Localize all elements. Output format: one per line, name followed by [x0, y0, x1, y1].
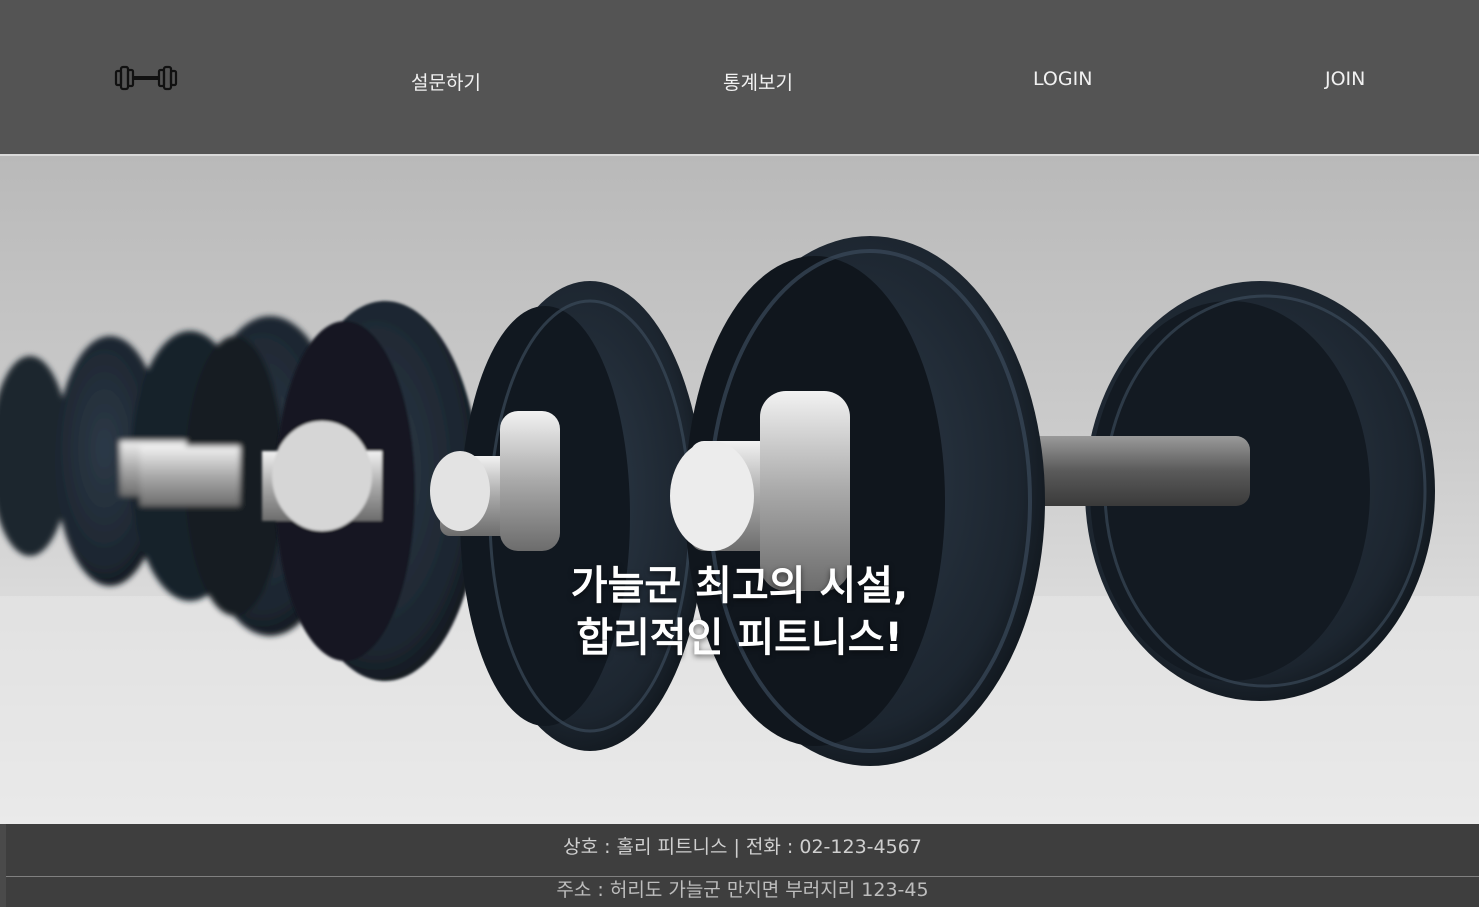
- hero-headline-line2: 합리적인 피트니스!: [576, 615, 903, 661]
- footer-address: 주소 : 허리도 가늘군 만지면 부러지리 123-45: [556, 879, 929, 901]
- site-header: 설문하기 통계보기 LOGIN JOIN: [0, 0, 1479, 156]
- hero-headline-line1: 가늘군 최고의 시설,: [570, 563, 909, 609]
- nav-survey[interactable]: 설문하기: [411, 68, 481, 95]
- nav-login[interactable]: LOGIN: [1033, 68, 1092, 90]
- dumbbell-icon[interactable]: [112, 60, 180, 94]
- nav-join[interactable]: JOIN: [1325, 68, 1365, 90]
- footer-business-info: 상호 : 홀리 피트니스 | 전화 : 02-123-4567: [6, 824, 1479, 877]
- hero-banner: 가늘군 최고의 시설, 합리적인 피트니스!: [0, 156, 1479, 824]
- site-footer: 상호 : 홀리 피트니스 | 전화 : 02-123-4567 주소 : 허리도…: [6, 824, 1479, 907]
- hero-dumbbell-image: [0, 156, 1479, 824]
- nav-statistics[interactable]: 통계보기: [723, 68, 793, 95]
